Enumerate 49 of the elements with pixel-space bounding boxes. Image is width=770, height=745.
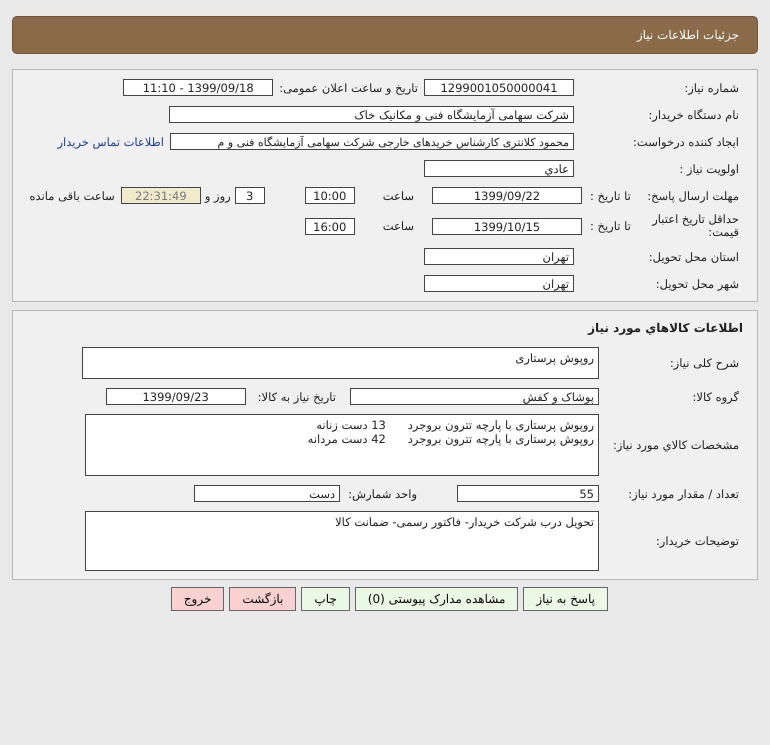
field-value: تهران xyxy=(424,275,574,292)
field-value: 3 xyxy=(234,187,265,204)
field-label: واحد شمارش: xyxy=(348,486,417,500)
field-value: 1399/09/23 xyxy=(106,388,246,405)
field-value: عادي xyxy=(424,160,574,177)
action-button[interactable]: خروج xyxy=(170,587,224,611)
field-value: 1299001050000041 xyxy=(424,79,574,96)
field-value: 16:00 xyxy=(304,218,355,234)
field-value: 1399/09/18 - 11:10 xyxy=(123,79,274,96)
text-area: روپوش پرستاری xyxy=(82,347,599,379)
field-value: تهران xyxy=(424,248,574,265)
field-label: ساعت xyxy=(382,188,414,202)
field-label: مشخصات کالاي مورد نیاز: xyxy=(612,438,740,452)
field-label: شهر محل تحویل: xyxy=(654,276,740,290)
field-label: روز و xyxy=(204,188,231,202)
field-label: استان محل تحویل: xyxy=(648,250,740,264)
action-button[interactable]: مشاهده مدارک پیوستی (0) xyxy=(354,587,518,611)
field-label: نام دستگاه خریدار: xyxy=(647,108,740,122)
field-label: مهلت ارسال پاسخ: تا تاریخ : xyxy=(589,188,740,202)
field-label: تاریخ و ساعت اعلان عمومی: xyxy=(279,80,418,94)
action-button[interactable]: چاپ xyxy=(301,587,350,611)
action-button[interactable]: پاسخ به نیاز xyxy=(523,587,608,611)
page-title: جزئیات اطلاعات نیاز xyxy=(636,28,739,42)
text-area: تحویل درب شرکت خریدار- فاکتور رسمی- ضمانت کالا xyxy=(85,511,599,571)
field-value: 1399/09/22 xyxy=(432,187,582,204)
section-title: اطلاعات کالاهاي مورد نیاز xyxy=(586,320,744,337)
action-button[interactable]: بازگشت xyxy=(229,587,296,611)
field-label: تاریخ نیاز به کالا: xyxy=(258,390,336,404)
field-label: ساعت xyxy=(382,219,414,233)
field-label: حداقل تاریخ اعتبار قیمت: تا تاریخ : xyxy=(589,213,740,239)
field-label: ساعت باقی مانده xyxy=(30,188,115,202)
countdown-value: 22:31:49 xyxy=(120,187,201,204)
field-value: 1399/10/15 xyxy=(432,218,582,234)
field-label: ایجاد کننده درخواست: xyxy=(632,134,740,148)
field-value: دست xyxy=(194,485,340,502)
spec-line: روپوش پرستاری با پارچه تترون بروجرد 42 دست مردانه xyxy=(306,432,594,446)
field-label: تعداد / مقدار مورد نیاز: xyxy=(627,486,740,500)
field-label: گروه کالا: xyxy=(692,390,740,404)
field-label: اولویت نیاز : xyxy=(678,162,740,176)
field-value: 55 xyxy=(457,485,599,502)
spec-line: روپوش پرستاری با پارچه تترون بروجرد 13 دست زنانه xyxy=(315,418,594,432)
field-value: محمود کلانتری کارشناس خریدهای خارجی شرکت سهامی آزمایشگاه فنی و م xyxy=(170,133,574,150)
field-value: 10:00 xyxy=(304,187,355,204)
field-label: توضیحات خریدار: xyxy=(654,534,740,548)
contact-link[interactable]: اطلاعات تماس خریدار xyxy=(57,134,164,148)
field-label: شماره نیاز: xyxy=(683,80,740,94)
field-label: شرح کلی نیاز: xyxy=(668,356,740,370)
field-value: پوشاک و کفش xyxy=(350,388,599,405)
field-value: شرکت سهامی آزمایشگاه فنی و مکانیک خاک xyxy=(169,106,574,123)
